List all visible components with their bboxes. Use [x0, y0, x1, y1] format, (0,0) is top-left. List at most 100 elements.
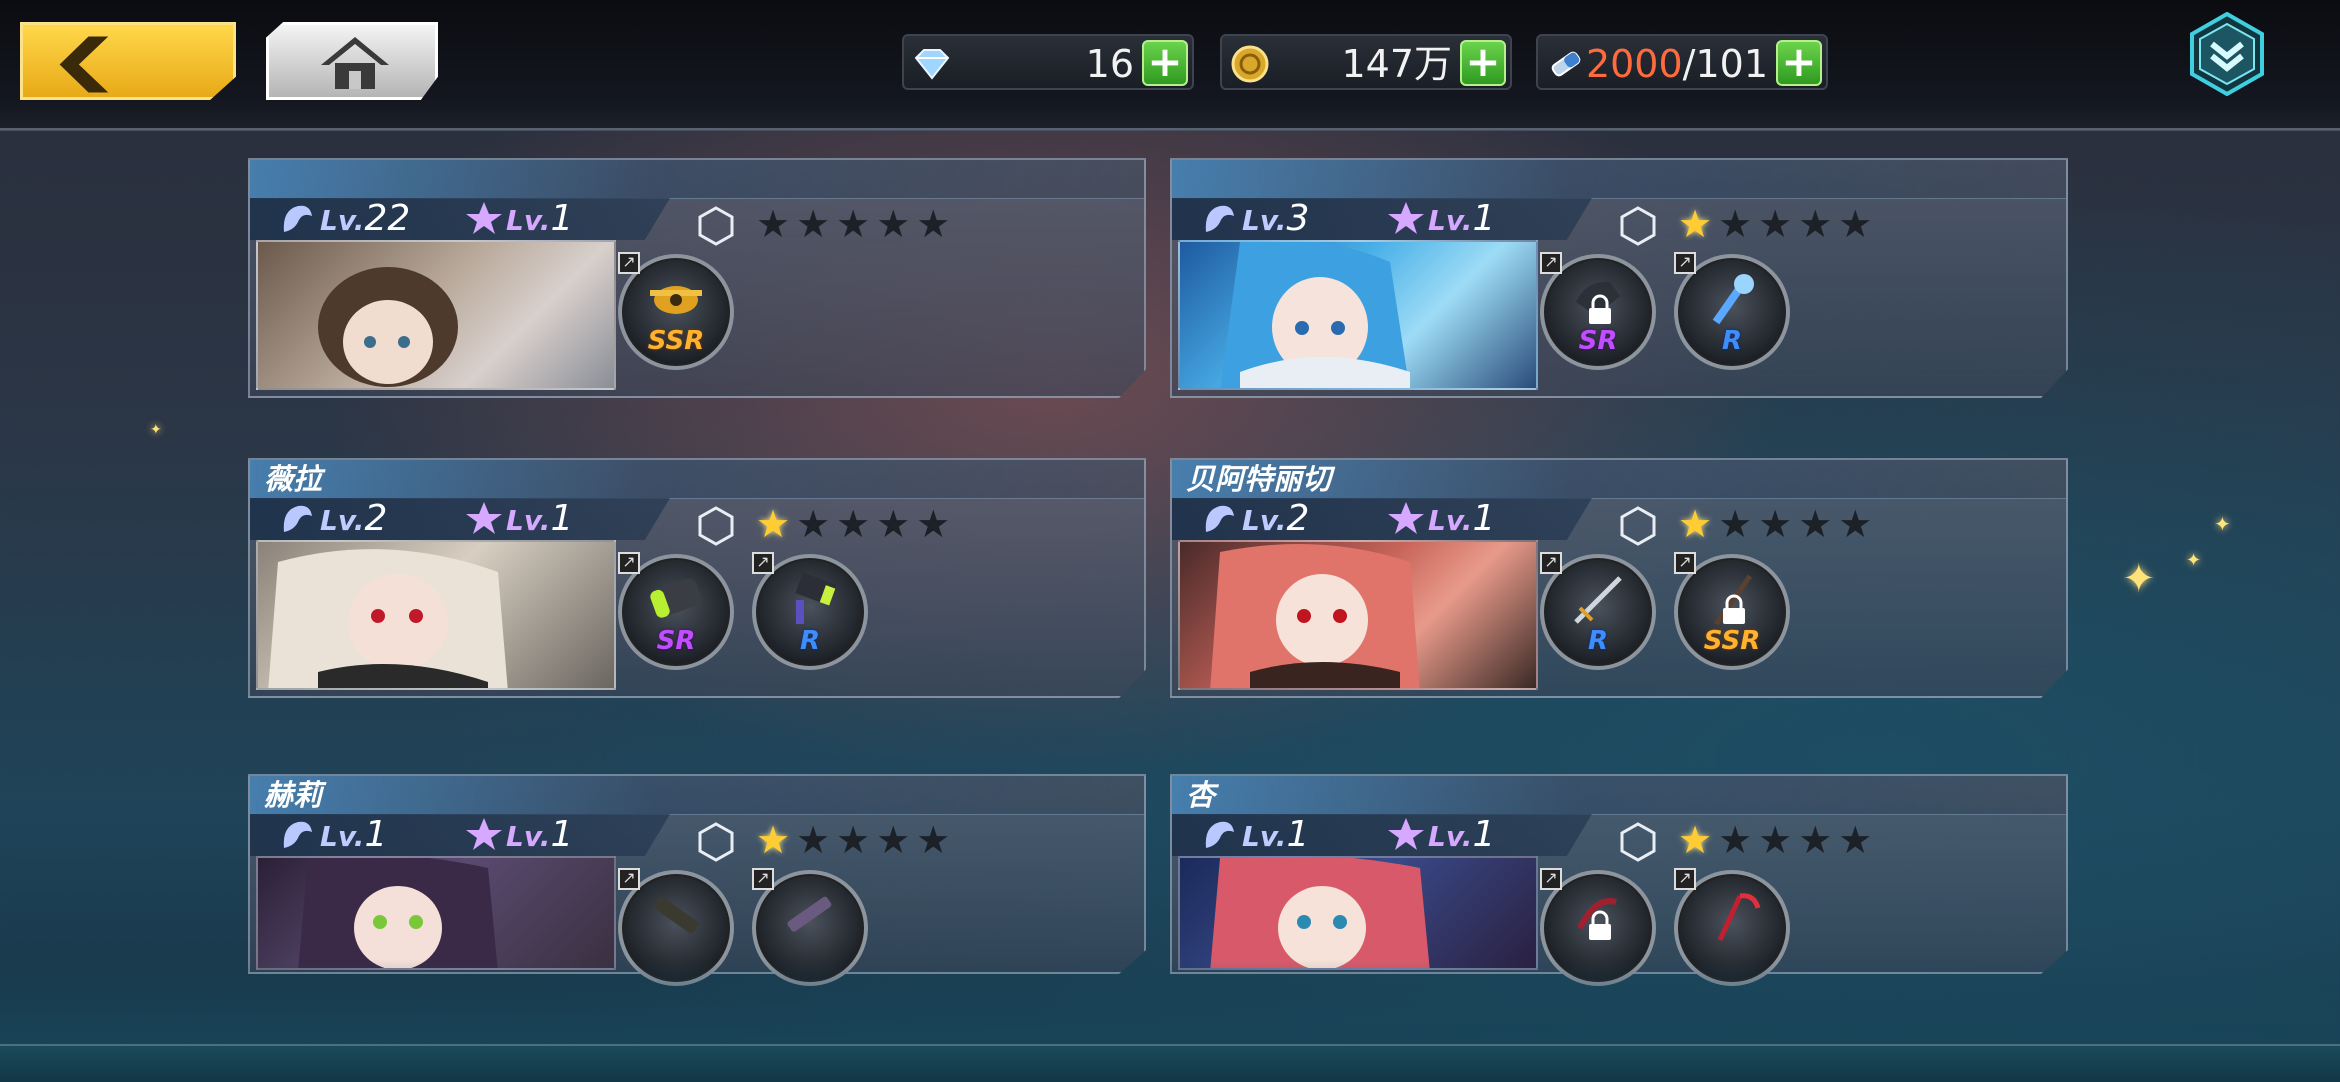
star-level-icon [466, 202, 502, 234]
add-gold-button[interactable]: + [1460, 40, 1506, 86]
character-level: Lv.3 [1200, 200, 1309, 240]
edit-icon: ↗ [1540, 252, 1562, 274]
character-card[interactable]: 薇拉 Lv.2 Lv.1 ★★★★★ ↗ SR ↗ R [248, 458, 1146, 698]
gun-gear-icon [653, 896, 699, 934]
gold-coin-icon [1231, 45, 1269, 83]
star-level-icon [466, 502, 502, 534]
character-name-bar: 薇拉 [250, 460, 1144, 499]
character-name-bar [250, 160, 1144, 199]
character-portrait [1178, 240, 1538, 390]
element-hex-icon [698, 206, 734, 246]
equipment-slot[interactable]: ↗ SR [618, 552, 734, 670]
equipment-slot[interactable]: ↗ SR [1540, 252, 1656, 370]
character-level: Lv.2 [278, 500, 387, 540]
edit-icon: ↗ [1540, 868, 1562, 890]
equipment-slot[interactable]: ↗ SSR [618, 252, 734, 370]
star-rating: ★★★★★ [756, 202, 957, 246]
sparkle-icon: ✦ [2214, 512, 2231, 536]
edit-icon: ↗ [752, 552, 774, 574]
character-name-bar [1172, 160, 2066, 199]
edit-icon: ↗ [618, 252, 640, 274]
sword-gear-icon [1574, 576, 1622, 624]
edit-icon: ↗ [1674, 252, 1696, 274]
star-level: Lv.1 [464, 200, 573, 240]
home-icon [321, 37, 389, 89]
menu-button[interactable] [2188, 12, 2266, 96]
character-level: Lv.1 [278, 816, 387, 856]
character-portrait [1178, 856, 1538, 970]
back-button[interactable]: ❮ [20, 22, 236, 100]
equipment-slot[interactable]: ↗ R [1540, 552, 1656, 670]
character-level: Lv.2 [1200, 500, 1309, 540]
star-level-icon [1388, 502, 1424, 534]
character-portrait [256, 856, 616, 970]
star-rating: ★★★★★ [1678, 818, 1879, 862]
scythe-gear-icon [1717, 893, 1761, 942]
star-rating: ★★★★★ [1678, 202, 1879, 246]
top-bar: ❮ 16 + 147万 + 2000/101 + [0, 0, 2340, 130]
character-card[interactable]: 杏 Lv.1 Lv.1 ★★★★★ ↗ ↗ [1170, 774, 2068, 986]
staff-gear-icon [1712, 274, 1754, 325]
star-level: Lv.1 [1386, 816, 1495, 856]
element-hex-icon [1620, 506, 1656, 546]
star-level: Lv.1 [464, 816, 573, 856]
stamina-counter: 2000/101 + [1536, 34, 1828, 90]
lock-icon [1589, 910, 1611, 940]
sparkle-icon: ✦ [150, 422, 162, 438]
edit-icon: ↗ [1674, 552, 1696, 574]
sparkle-icon: ✦ [2186, 550, 2202, 571]
add-stamina-button[interactable]: + [1776, 40, 1822, 86]
element-hex-icon [698, 822, 734, 862]
character-portrait [1178, 540, 1538, 690]
list-fade [0, 960, 2340, 1050]
equipment-slot[interactable]: ↗ R [1674, 252, 1790, 370]
star-level: Lv.1 [1386, 500, 1495, 540]
edit-icon: ↗ [1540, 552, 1562, 574]
blade-gear-icon [787, 896, 832, 932]
equipment-slot[interactable]: ↗ SSR [1674, 552, 1790, 670]
character-card[interactable]: 赫莉 Lv.1 Lv.1 ★★★★★ ↗ ↗ [248, 774, 1146, 986]
character-name-bar: 赫莉 [250, 776, 1144, 815]
character-level-icon [1205, 205, 1234, 232]
character-card[interactable]: Lv.22 Lv.1 ★★★★★ ↗ SSR [248, 158, 1146, 398]
star-level: Lv.1 [464, 500, 573, 540]
element-hex-icon [1620, 822, 1656, 862]
edit-icon: ↗ [1674, 868, 1696, 890]
diamond-counter: 16 + [902, 34, 1194, 90]
diamond-value: 16 [1085, 42, 1134, 86]
bottom-bar [0, 1044, 2340, 1082]
stamina-icon [1551, 51, 1581, 77]
back-arrow-icon: ❮ [46, 28, 122, 93]
edit-icon: ↗ [618, 552, 640, 574]
character-level: Lv.1 [1200, 816, 1309, 856]
star-level-icon [1388, 202, 1424, 234]
character-portrait [256, 240, 616, 390]
character-card[interactable]: 贝阿特丽切 Lv.2 Lv.1 ★★★★★ ↗ R ↗ SSR [1170, 458, 2068, 698]
star-rating: ★★★★★ [756, 818, 957, 862]
character-level-icon [283, 205, 312, 232]
star-rating: ★★★★★ [756, 502, 957, 546]
sparkle-icon: ✦ [2122, 556, 2156, 602]
character-card[interactable]: Lv.3 Lv.1 ★★★★★ ↗ SR ↗ R [1170, 158, 2068, 398]
equipment-slot[interactable]: ↗ R [752, 552, 868, 670]
edit-icon: ↗ [618, 868, 640, 890]
character-portrait [256, 540, 616, 690]
character-level-icon [283, 821, 312, 848]
add-diamond-button[interactable]: + [1142, 40, 1188, 86]
star-rating: ★★★★★ [1678, 502, 1879, 546]
character-level-icon [283, 505, 312, 532]
character-name-bar: 杏 [1172, 776, 2066, 815]
gold-value: 147万 [1341, 42, 1452, 86]
star-level: Lv.1 [1386, 200, 1495, 240]
lock-icon [1723, 594, 1745, 624]
element-hex-icon [1620, 206, 1656, 246]
diamond-icon [914, 49, 950, 80]
divider [0, 130, 2340, 131]
drone-gear-icon [650, 286, 702, 314]
stamina-value: 2000/101 [1585, 42, 1768, 86]
home-button[interactable] [266, 22, 438, 100]
edit-icon: ↗ [752, 868, 774, 890]
character-level-icon [1205, 505, 1234, 532]
character-level-icon [1205, 821, 1234, 848]
star-level-icon [1388, 818, 1424, 850]
